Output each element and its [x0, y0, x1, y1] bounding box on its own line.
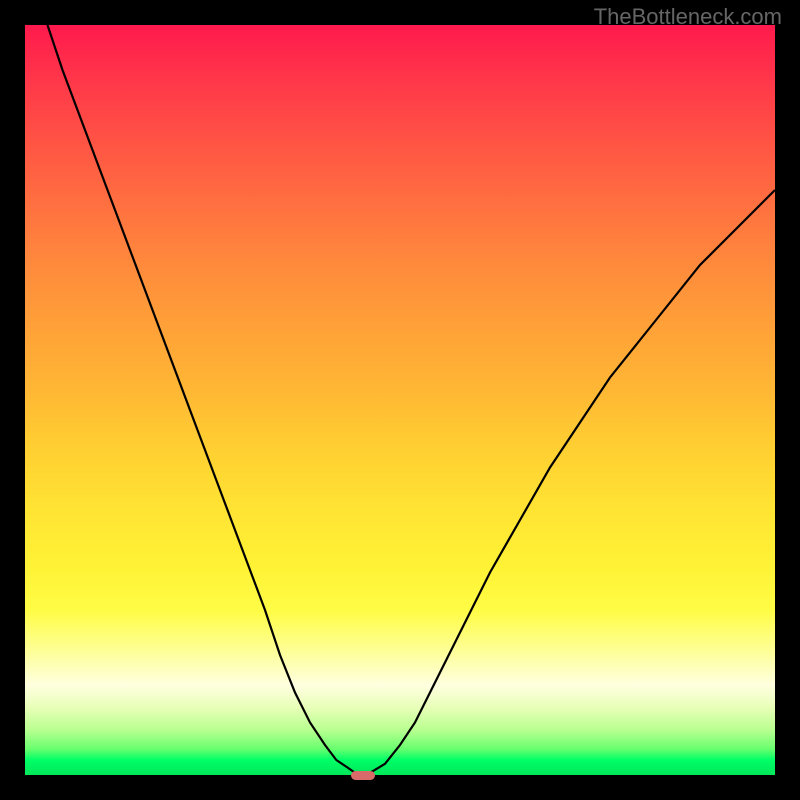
watermark-text: TheBottleneck.com [594, 4, 782, 30]
optimal-point-marker [351, 771, 375, 780]
bottleneck-curve [25, 25, 775, 775]
chart-plot-area [25, 25, 775, 775]
